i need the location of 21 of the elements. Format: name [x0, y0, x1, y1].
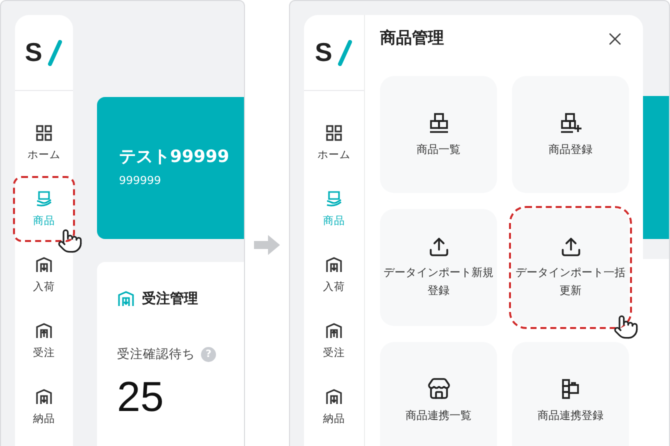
menu-tile[interactable]: 商品登録: [512, 76, 629, 193]
menu-tile[interactable]: 商品一覧: [380, 76, 497, 193]
nav-item[interactable]: 受注: [302, 308, 366, 374]
metric-value: 25: [117, 372, 164, 421]
nav-item[interactable]: ホーム: [13, 110, 75, 176]
nav-item[interactable]: 入荷: [13, 242, 75, 308]
metric-label: 受注確認待ち: [117, 346, 195, 363]
nav-item[interactable]: 納品: [302, 374, 366, 440]
card-title: 受注管理: [142, 290, 198, 308]
banner-title: テスト99999: [119, 146, 230, 168]
logo-text: S: [314, 37, 332, 68]
drawer-title: 商品管理: [380, 28, 444, 49]
menu-tile[interactable]: データインポート新規登録: [380, 209, 497, 326]
menu-tile[interactable]: 商品連携登録: [512, 342, 629, 446]
logo-text: S: [24, 37, 42, 68]
nav-item[interactable]: 納品: [13, 374, 75, 440]
nav-item[interactable]: 受注: [13, 308, 75, 374]
menu-tile[interactable]: 商品連携一覧: [380, 342, 497, 446]
nav-item[interactable]: 入荷: [302, 242, 366, 308]
nav-item[interactable]: ホーム: [302, 110, 366, 176]
banner-code: 999999: [119, 174, 161, 187]
